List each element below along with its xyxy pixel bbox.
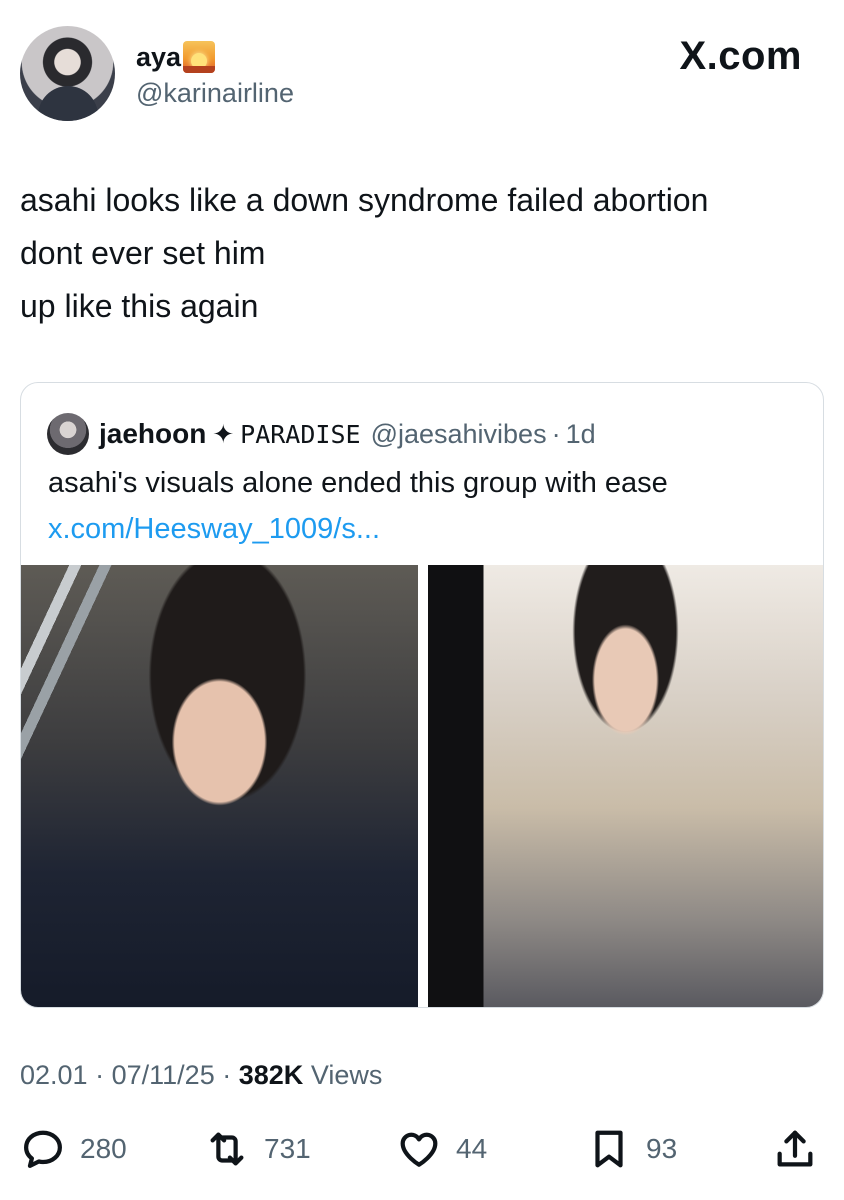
tweet-meta: 02.01 · 07/11/25 · 382K Views [20,1060,382,1091]
tweet-line: up like this again [20,288,259,324]
bookmark-count: 93 [646,1133,678,1164]
tweet-line: asahi looks like a down syndrome failed … [20,182,709,218]
quoted-avatar[interactable] [47,413,89,455]
dot-separator: · [551,418,561,449]
bookmark-icon [586,1126,632,1172]
like-button[interactable]: 44 [396,1124,487,1174]
repost-button[interactable]: 731 [204,1124,311,1174]
sunrise-icon [183,41,216,73]
quoted-tweet-text: asahi's visuals alone ended this group w… [48,467,668,499]
post-date[interactable]: 07/11/25 [112,1060,215,1090]
views-count: 382K [238,1060,304,1090]
profile-avatar[interactable] [20,26,115,121]
like-count: 44 [456,1133,488,1164]
tweet-line: dont ever set him [20,235,266,271]
reply-icon [20,1126,66,1172]
quoted-photo-2[interactable] [428,565,823,1007]
user-handle[interactable]: @karinairline [136,78,294,109]
reply-button[interactable]: 280 [20,1124,127,1174]
display-name[interactable]: aya [136,42,181,73]
reply-count: 280 [80,1133,127,1164]
display-name-row[interactable]: aya [136,40,216,74]
tweet-text: asahi looks like a down syndrome failed … [20,174,820,333]
repost-count: 731 [264,1133,311,1164]
star-icon: ✦ [212,418,235,449]
heart-icon [396,1126,442,1172]
quoted-handle[interactable]: @jaesahivibes [371,419,547,450]
quoted-tweet-header: jaehoon ✦ PARADISE @jaesahivibes · 1d [47,413,596,455]
post-time[interactable]: 02.01 [20,1060,88,1090]
bookmark-button[interactable]: 93 [586,1124,677,1174]
quoted-tweet-link[interactable]: x.com/Heesway_1009/s... [48,513,380,546]
share-button[interactable] [772,1124,818,1174]
quoted-name-tag: PARADISE [240,419,361,449]
quoted-timestamp[interactable]: 1d [566,419,596,450]
brand-logo: X.com [679,34,802,78]
quoted-display-name[interactable]: jaehoon [99,418,206,450]
views-label: Views [310,1060,383,1090]
dot-separator: · [95,1060,105,1090]
repost-icon [204,1126,250,1172]
dot-separator: · [222,1060,232,1090]
share-icon [772,1126,818,1172]
quoted-photo-1[interactable] [21,565,418,1007]
action-bar: 280 731 44 93 [20,1124,820,1174]
quoted-tweet-card[interactable]: jaehoon ✦ PARADISE @jaesahivibes · 1d as… [20,382,824,1008]
